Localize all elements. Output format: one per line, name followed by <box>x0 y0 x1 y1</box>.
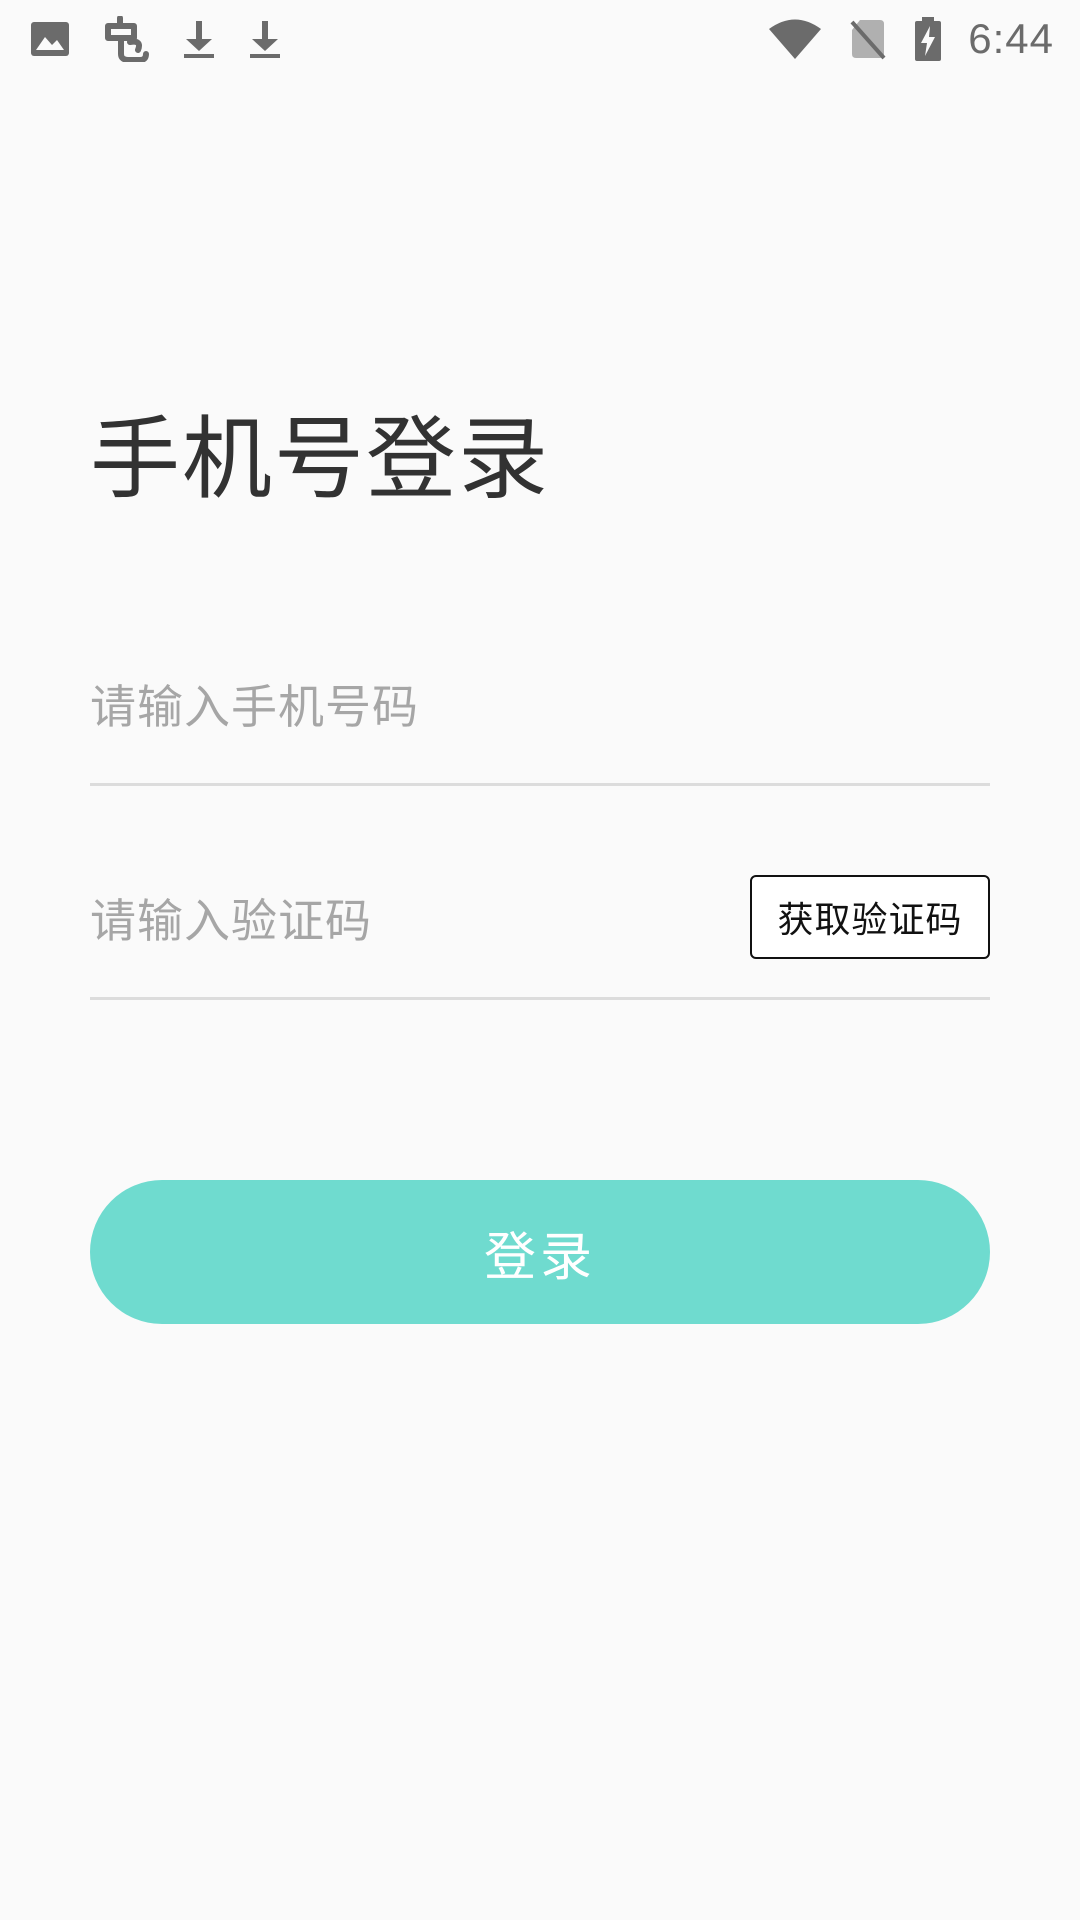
download-icon <box>248 19 282 59</box>
status-bar: 6:44 <box>0 0 1080 78</box>
verification-code-field: 获取验证码 <box>90 845 990 1000</box>
battery-charging-icon <box>914 16 942 62</box>
get-code-button[interactable]: 获取验证码 <box>750 875 990 959</box>
verification-code-input[interactable] <box>90 845 750 997</box>
phone-field <box>90 630 990 786</box>
wifi-icon <box>768 18 822 60</box>
app-notification-icon <box>102 16 150 62</box>
login-button[interactable]: 登录 <box>90 1180 990 1324</box>
status-bar-system: 6:44 <box>740 15 1054 63</box>
status-bar-notifications <box>30 16 314 62</box>
image-icon <box>30 21 70 57</box>
page-title: 手机号登录 <box>90 407 550 512</box>
download-icon <box>182 19 216 59</box>
status-time: 6:44 <box>968 15 1054 62</box>
phone-input[interactable] <box>90 630 990 783</box>
no-sim-icon <box>850 18 886 60</box>
